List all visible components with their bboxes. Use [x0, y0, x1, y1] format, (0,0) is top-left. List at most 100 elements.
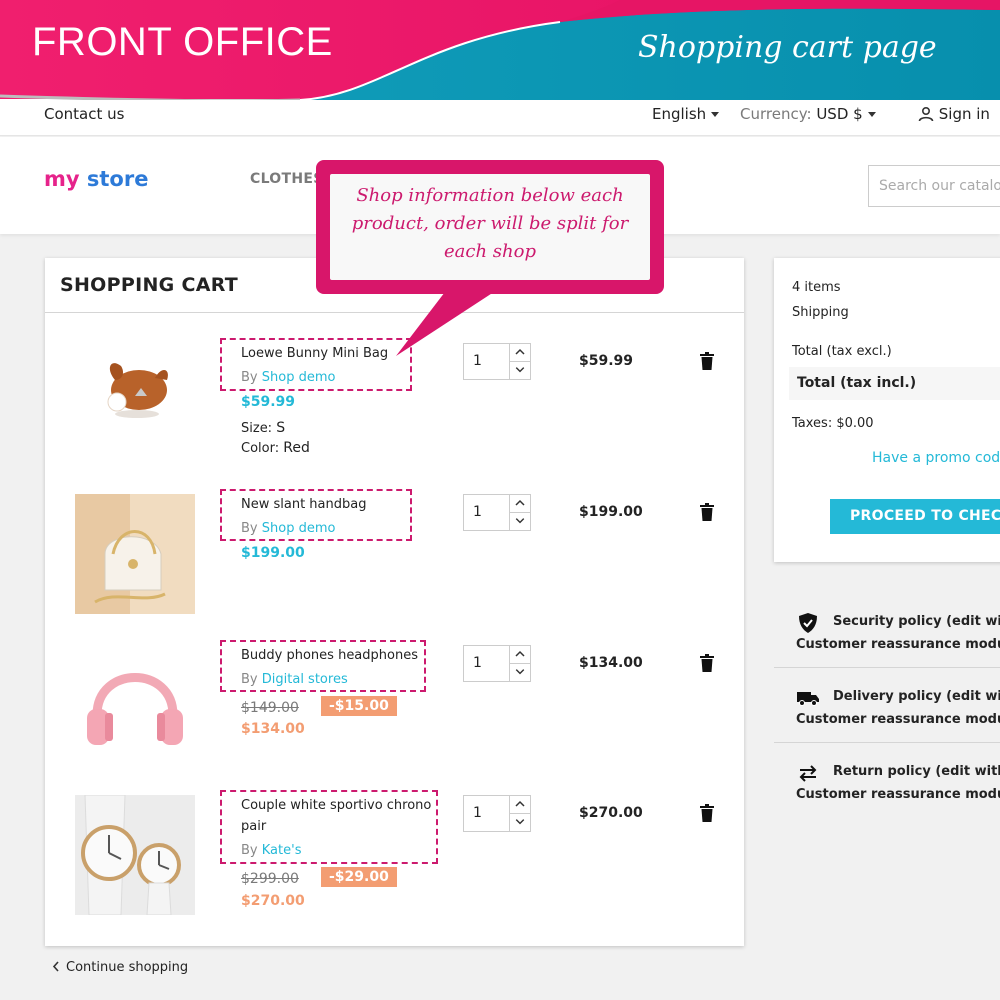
- menu-clothes[interactable]: CLOTHES: [250, 171, 324, 187]
- proceed-to-checkout-button[interactable]: PROCEED TO CHECKOUT: [830, 499, 1000, 534]
- cart-title: SHOPPING CART: [60, 274, 239, 296]
- currency-value: USD $: [816, 105, 863, 123]
- trash-icon[interactable]: [700, 352, 714, 370]
- reassurance-text: Return policy (edit with Customer reassu…: [796, 764, 1000, 802]
- chevron-down-icon: [711, 112, 720, 117]
- logo-my: my: [44, 167, 80, 191]
- language-selector[interactable]: English: [652, 105, 720, 123]
- cart-item: New slant handbag By Shop demo $199.00 1…: [45, 489, 744, 639]
- product-image-watch-pair[interactable]: [75, 795, 195, 915]
- quantity-input[interactable]: 1: [473, 655, 482, 671]
- banner-page-label: Shopping cart page: [638, 30, 937, 65]
- line-total: $270.00: [579, 805, 643, 821]
- size-value: S: [276, 420, 286, 436]
- annotation-callout: Shop information below each product, ord…: [316, 160, 664, 294]
- currency-selector[interactable]: Currency: USD $: [740, 105, 876, 123]
- line-total: $199.00: [579, 504, 643, 520]
- callout-text: Shop information below each product, ord…: [330, 182, 650, 266]
- trash-icon[interactable]: [700, 804, 714, 822]
- total-incl-label: Total (tax incl.): [797, 375, 917, 391]
- color-value: Red: [283, 440, 310, 456]
- product-image-slant-handbag[interactable]: [75, 494, 195, 614]
- callout-pointer: [396, 288, 500, 356]
- taxes-label: Taxes: $0.00: [792, 416, 874, 431]
- chevron-left-icon: [52, 961, 59, 972]
- product-name-line1[interactable]: Couple white sportivo chrono: [241, 798, 431, 813]
- regular-price: $299.00: [241, 871, 299, 887]
- discount-badge: -$15.00: [321, 696, 397, 716]
- cart-item: Couple white sportivo chrono pair By Kat…: [45, 790, 744, 940]
- trash-icon[interactable]: [700, 503, 714, 521]
- chevron-down-icon[interactable]: [510, 813, 530, 830]
- reassurance-delivery: Delivery policy (edit with Customer reas…: [774, 675, 1000, 750]
- line-total: $134.00: [579, 655, 643, 671]
- chevron-down-icon[interactable]: [510, 361, 530, 378]
- reassurance-return: Return policy (edit with Customer reassu…: [774, 750, 1000, 825]
- sign-in-label: Sign in: [938, 105, 990, 123]
- cart-item: Buddy phones headphones By Digital store…: [45, 640, 744, 790]
- product-price: $199.00: [241, 545, 305, 561]
- quantity-input[interactable]: 1: [473, 504, 482, 520]
- shop-link[interactable]: Kate's: [262, 843, 302, 858]
- product-image-headphones[interactable]: [75, 645, 195, 765]
- reassurance-text: Delivery policy (edit with Customer reas…: [796, 689, 1000, 727]
- regular-price: $149.00: [241, 700, 299, 716]
- quantity-stepper: 1: [463, 795, 531, 832]
- product-size: Size: S: [241, 420, 285, 436]
- logo-store: store: [86, 167, 149, 191]
- by-label: By: [241, 672, 258, 687]
- store-logo[interactable]: my store: [44, 167, 148, 191]
- banner-front-office-label: FRONT OFFICE: [32, 20, 333, 64]
- product-price: $134.00: [241, 721, 305, 737]
- sign-in-link[interactable]: Sign in: [918, 105, 990, 123]
- cart-item: Loewe Bunny Mini Bag By Shop demo $59.99…: [45, 338, 744, 488]
- shop-link[interactable]: Digital stores: [262, 672, 348, 687]
- continue-shopping-label: Continue shopping: [66, 960, 189, 975]
- shop-link[interactable]: Shop demo: [262, 521, 336, 536]
- reassurance-security: Security policy (edit with Customer reas…: [774, 600, 1000, 675]
- product-color: Color: Red: [241, 440, 310, 456]
- quantity-input[interactable]: 1: [473, 805, 482, 821]
- product-name[interactable]: New slant handbag: [241, 497, 366, 512]
- chevron-down-icon: [867, 112, 876, 117]
- promo-code-link[interactable]: Have a promo code?: [872, 450, 1000, 466]
- divider: [774, 742, 1000, 743]
- chevron-up-icon[interactable]: [510, 344, 530, 361]
- language-label: English: [652, 105, 707, 123]
- by-label: By: [241, 521, 258, 536]
- contact-us-link[interactable]: Contact us: [44, 105, 124, 123]
- cart-summary-panel: 4 items Shipping Total (tax excl.) Total…: [774, 258, 1000, 562]
- shipping-label: Shipping: [792, 305, 849, 320]
- discount-badge: -$29.00: [321, 867, 397, 887]
- product-name[interactable]: Loewe Bunny Mini Bag: [241, 346, 388, 361]
- product-name[interactable]: Buddy phones headphones: [241, 648, 418, 663]
- by-label: By: [241, 370, 258, 385]
- chevron-up-icon[interactable]: [510, 495, 530, 512]
- continue-shopping-link[interactable]: Continue shopping: [52, 960, 188, 975]
- shop-link[interactable]: Shop demo: [262, 370, 336, 385]
- reassurance-text: Security policy (edit with Customer reas…: [796, 614, 1000, 652]
- total-incl-row: Total (tax incl.): [789, 367, 1000, 400]
- items-count: 4 items: [792, 280, 841, 295]
- callout-body: Shop information below each product, ord…: [330, 174, 650, 280]
- chevron-down-icon[interactable]: [510, 663, 530, 680]
- product-shop: By Kate's: [241, 843, 301, 858]
- by-label: By: [241, 843, 258, 858]
- quantity-stepper: 1: [463, 494, 531, 531]
- product-image-bunny-bag[interactable]: [75, 338, 195, 458]
- size-label: Size:: [241, 421, 273, 436]
- quantity-stepper: 1: [463, 645, 531, 682]
- callout-line-1: Shop information below each: [356, 185, 624, 206]
- product-shop: By Digital stores: [241, 672, 348, 687]
- search-input[interactable]: Search our catalog: [868, 165, 1000, 207]
- trash-icon[interactable]: [700, 654, 714, 672]
- color-label: Color:: [241, 441, 280, 456]
- product-shop: By Shop demo: [241, 370, 335, 385]
- user-icon: [918, 106, 934, 122]
- chevron-down-icon[interactable]: [510, 512, 530, 529]
- divider: [774, 667, 1000, 668]
- product-name-line2[interactable]: pair: [241, 819, 266, 834]
- chevron-up-icon[interactable]: [510, 796, 530, 813]
- chevron-up-icon[interactable]: [510, 646, 530, 663]
- product-price: $59.99: [241, 394, 296, 410]
